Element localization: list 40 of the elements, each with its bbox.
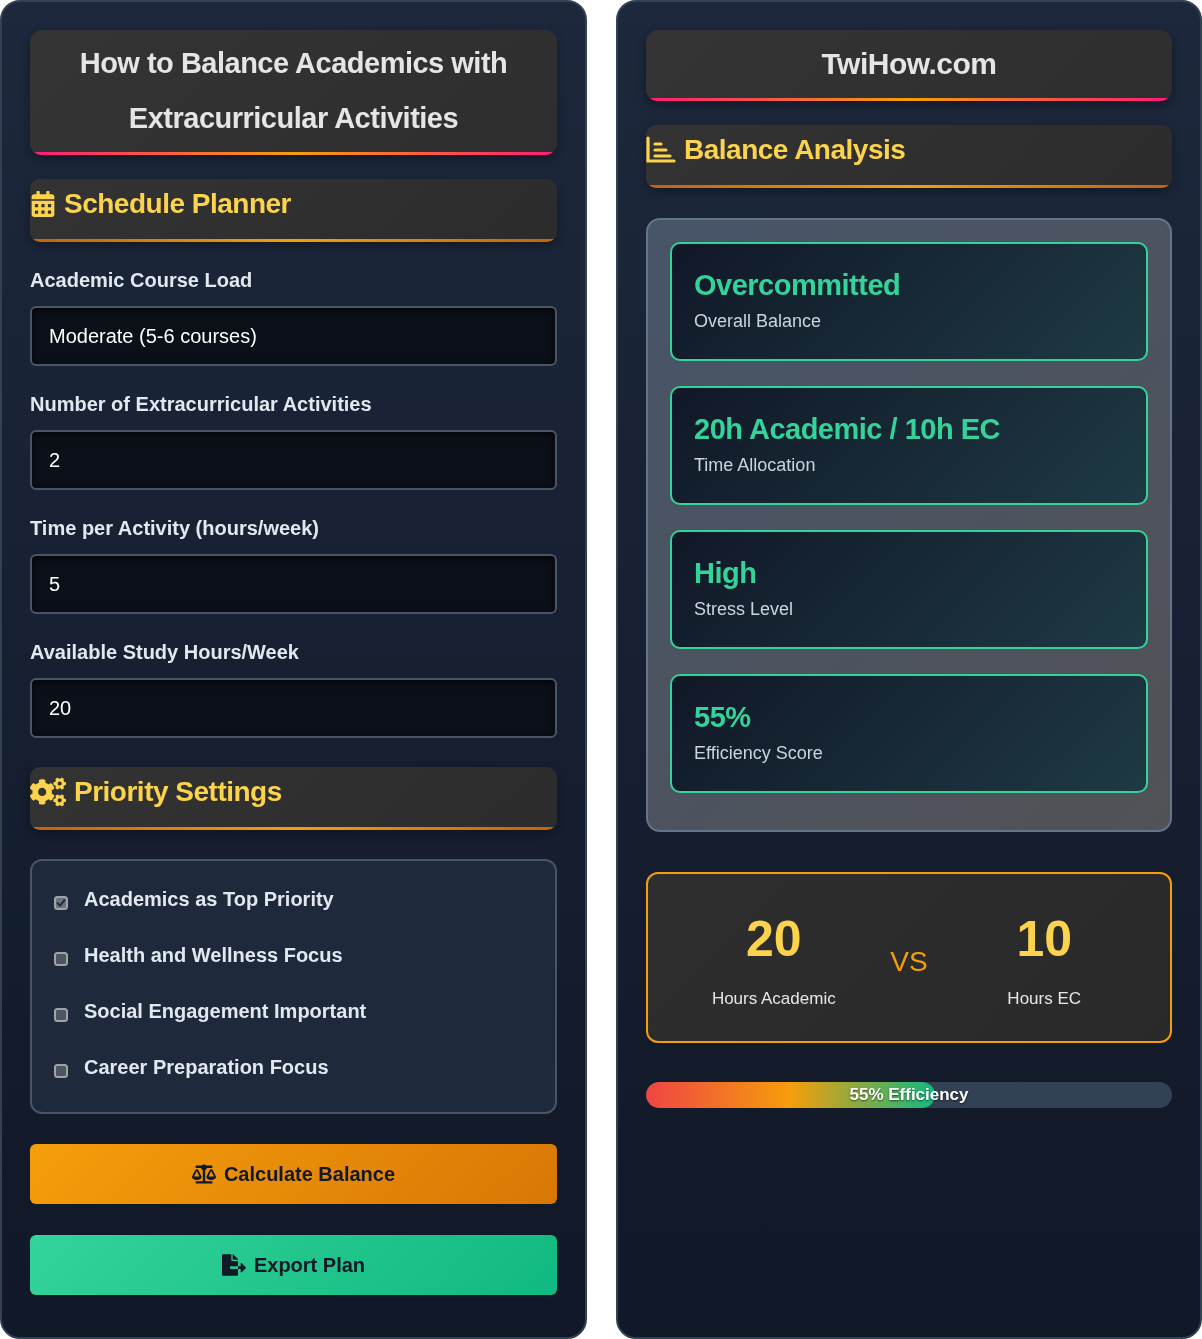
calculate-button[interactable]: Calculate Balance [30, 1144, 557, 1204]
input-field[interactable]: 5 [30, 554, 557, 614]
result-label: Time Allocation [694, 454, 817, 477]
hours-label: Hours EC [1007, 987, 1082, 1010]
checkbox-label: Academics as Top Priority [84, 887, 334, 911]
checkbox[interactable] [54, 896, 68, 910]
field-label: Time per Activity (hours/week) [30, 516, 320, 540]
balance-scale-icon [191, 1162, 216, 1186]
checkbox-label: Health and Wellness Focus [84, 943, 343, 967]
input-field[interactable]: 20 [30, 678, 557, 738]
input-field[interactable]: 2 [30, 430, 557, 490]
field-label: Academic Course Load [30, 268, 254, 292]
result-value: Overcommitted [694, 268, 902, 303]
versus-label: VS [890, 944, 928, 979]
field-label: Available Study Hours/Week [30, 640, 300, 664]
page-title: How to Balance Academics with Extracurricular Activities [30, 30, 557, 155]
checkbox[interactable] [54, 1064, 68, 1078]
result-value: 20h Academic / 10h EC [694, 412, 1001, 447]
checkbox-label: Social Engagement Important [84, 999, 367, 1023]
calendar-icon [30, 191, 56, 217]
hours-value: 20 [745, 910, 802, 967]
result-value: High [694, 556, 758, 591]
site-title: TwiHow.com [646, 30, 1172, 101]
bar-chart-icon [646, 136, 676, 164]
checkbox[interactable] [54, 952, 68, 966]
result-label: Overall Balance [694, 310, 823, 333]
input-field[interactable]: Moderate (5-6 courses) [30, 306, 557, 366]
export-button[interactable]: Export Plan [30, 1235, 557, 1295]
checkbox-label: Career Preparation Focus [84, 1055, 329, 1079]
section-title: Schedule Planner [64, 187, 291, 221]
hours-value: 10 [1016, 910, 1072, 967]
hours-label: Hours Academic [711, 987, 836, 1010]
section-title: Balance Analysis [684, 133, 906, 167]
file-export-icon [221, 1253, 246, 1277]
section-title: Priority Settings [74, 775, 282, 809]
result-label: Stress Level [694, 598, 795, 621]
checkbox[interactable] [54, 1008, 68, 1022]
result-label: Efficiency Score [694, 742, 824, 765]
result-value: 55% [694, 700, 752, 735]
field-label: Number of Extracurricular Activities [30, 392, 373, 416]
